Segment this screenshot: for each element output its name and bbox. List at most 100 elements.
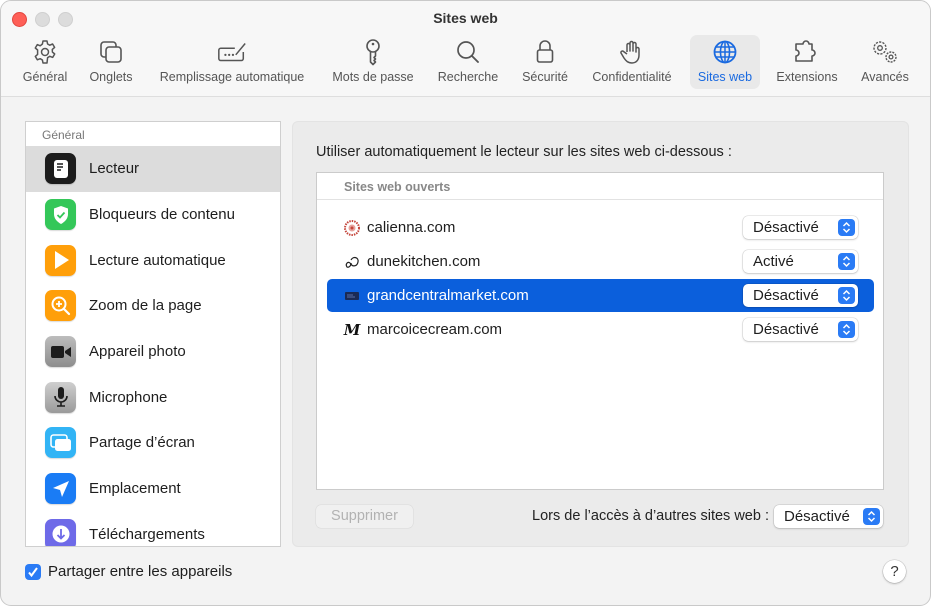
marcoicecream-favicon: M xyxy=(343,320,361,339)
select-value: Activé xyxy=(753,253,794,270)
site-name: marcoicecream.com xyxy=(367,321,503,338)
tab-extensions[interactable]: Extensions xyxy=(769,35,845,89)
reader-icon xyxy=(45,153,76,185)
tab-websites[interactable]: Sites web xyxy=(690,35,760,89)
table-row[interactable]: M marcoicecream.com Désactivé xyxy=(327,313,874,346)
site-name: grandcentralmarket.com xyxy=(367,287,529,304)
select-value: Désactivé xyxy=(753,219,819,236)
checkmark-icon xyxy=(28,566,38,577)
gears-icon xyxy=(869,38,901,66)
websites-table: Sites web ouverts calienna.com Désactivé… xyxy=(316,172,884,490)
tab-tabs[interactable]: Onglets xyxy=(81,35,141,89)
panel-title: Utiliser automatiquement le lecteur sur … xyxy=(316,144,732,160)
titlebar: Sites web Général Onglets Remplissage au… xyxy=(1,1,930,97)
tab-label: Recherche xyxy=(437,70,499,84)
site-name: calienna.com xyxy=(367,219,456,236)
tab-security[interactable]: Sécurité xyxy=(514,35,576,89)
sidebar-header: Général xyxy=(42,128,85,142)
tab-label: Onglets xyxy=(89,70,133,84)
sidebar-item-camera[interactable]: Appareil photo xyxy=(26,329,280,375)
tab-label: Mots de passe xyxy=(332,70,414,84)
zoom-icon xyxy=(45,290,76,322)
sidebar-item-label: Lecteur xyxy=(89,160,140,178)
sidebar-item-label: Téléchargements xyxy=(89,525,205,543)
table-row[interactable]: calienna.com Désactivé xyxy=(327,211,874,244)
window-title: Sites web xyxy=(433,10,498,26)
share-label: Partager entre les appareils xyxy=(48,563,233,580)
sidebar-item-label: Appareil photo xyxy=(89,343,186,361)
share-across-devices[interactable]: Partager entre les appareils xyxy=(25,563,232,580)
other-sites-label: Lors de l’accès à d’autres sites web : xyxy=(532,508,769,524)
chevron-updown-icon xyxy=(838,219,855,236)
lock-icon xyxy=(529,38,561,66)
preferences-window: Sites web Général Onglets Remplissage au… xyxy=(0,0,931,606)
site-setting-select[interactable]: Désactivé xyxy=(743,318,858,341)
sidebar-item-label: Lecture automatique xyxy=(89,251,226,269)
sidebar-item-screen-sharing[interactable]: Partage d’écran xyxy=(26,420,280,466)
tab-label: Extensions xyxy=(776,70,838,84)
tab-autofill[interactable]: Remplissage automatique xyxy=(149,35,315,89)
location-icon xyxy=(45,473,76,505)
gear-icon xyxy=(29,38,61,66)
calienna-favicon xyxy=(344,219,360,236)
sidebar: Général Lecteur Bloqueurs de contenu Lec… xyxy=(25,121,281,547)
sidebar-item-label: Partage d’écran xyxy=(89,434,195,452)
key-icon xyxy=(357,38,389,66)
sidebar-item-label: Zoom de la page xyxy=(89,297,202,315)
table-row[interactable]: dunekitchen.com Activé xyxy=(327,245,874,278)
screen-share-icon xyxy=(45,427,76,459)
sidebar-item-label: Emplacement xyxy=(89,480,181,498)
tab-general[interactable]: Général xyxy=(15,35,75,89)
tabs-icon xyxy=(95,38,127,66)
sidebar-item-autoplay[interactable]: Lecture automatique xyxy=(26,237,280,283)
download-icon xyxy=(45,518,76,546)
dunekitchen-favicon xyxy=(344,254,360,270)
grandcentralmarket-favicon xyxy=(344,288,360,304)
chevron-updown-icon xyxy=(863,508,880,525)
site-setting-select[interactable]: Activé xyxy=(743,250,858,273)
select-value: Désactivé xyxy=(753,321,819,338)
select-value: Désactivé xyxy=(784,508,850,525)
tab-search[interactable]: Recherche xyxy=(431,35,505,89)
table-row-selected[interactable]: grandcentralmarket.com Désactivé xyxy=(327,279,874,312)
select-value: Désactivé xyxy=(753,287,819,304)
puzzle-icon xyxy=(791,38,823,66)
share-checkbox[interactable] xyxy=(25,563,41,580)
hand-icon xyxy=(616,38,648,66)
other-sites-select[interactable]: Désactivé xyxy=(774,505,883,528)
chevron-updown-icon xyxy=(838,287,855,304)
sidebar-item-reader[interactable]: Lecteur xyxy=(26,146,280,192)
shield-check-icon xyxy=(45,199,76,231)
autofill-icon xyxy=(216,38,248,66)
tab-passwords[interactable]: Mots de passe xyxy=(324,35,422,89)
help-button[interactable]: ? xyxy=(883,560,906,583)
tab-advanced[interactable]: Avancés xyxy=(854,35,916,89)
site-setting-select[interactable]: Désactivé xyxy=(743,284,858,307)
sidebar-item-downloads[interactable]: Téléchargements xyxy=(26,512,280,546)
tab-label: Sites web xyxy=(697,70,753,84)
delete-button[interactable]: Supprimer xyxy=(316,505,413,528)
sidebar-item-page-zoom[interactable]: Zoom de la page xyxy=(26,283,280,329)
tab-label: Sécurité xyxy=(522,70,568,84)
site-setting-select[interactable]: Désactivé xyxy=(743,216,858,239)
tab-label: Confidentialité xyxy=(592,70,672,84)
globe-icon xyxy=(709,38,741,66)
search-icon xyxy=(452,38,484,66)
reader-settings-panel: Utiliser automatiquement le lecteur sur … xyxy=(292,121,909,547)
tab-label: Général xyxy=(22,70,68,84)
tab-label: Remplissage automatique xyxy=(159,70,305,84)
tab-label: Avancés xyxy=(861,70,909,84)
sidebar-item-label: Microphone xyxy=(89,388,168,406)
chevron-updown-icon xyxy=(838,253,855,270)
tab-privacy[interactable]: Confidentialité xyxy=(584,35,680,89)
sidebar-item-microphone[interactable]: Microphone xyxy=(26,374,280,420)
play-icon xyxy=(45,244,76,276)
microphone-icon xyxy=(45,381,76,413)
site-name: dunekitchen.com xyxy=(367,253,481,270)
camera-icon xyxy=(45,336,76,368)
chevron-updown-icon xyxy=(838,321,855,338)
sidebar-item-location[interactable]: Emplacement xyxy=(26,466,280,512)
sidebar-item-label: Bloqueurs de contenu xyxy=(89,206,235,224)
sidebar-item-content-blockers[interactable]: Bloqueurs de contenu xyxy=(26,192,280,238)
table-header: Sites web ouverts xyxy=(317,173,883,200)
